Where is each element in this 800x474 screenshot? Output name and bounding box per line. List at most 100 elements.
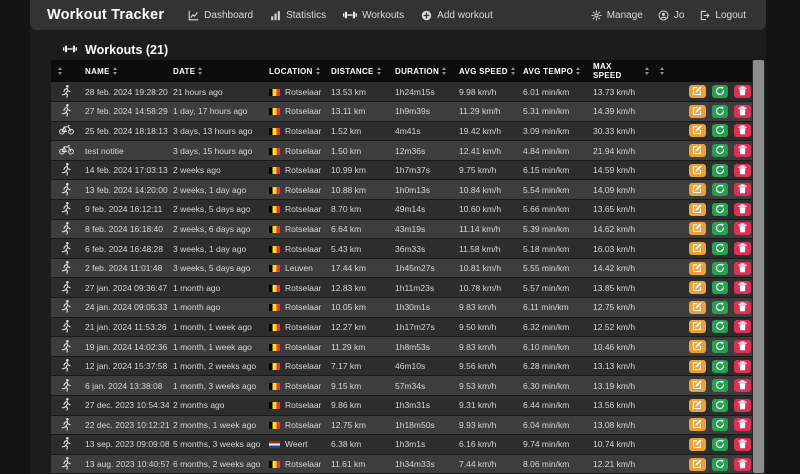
refresh-button[interactable] (712, 340, 729, 353)
delete-button[interactable] (734, 85, 751, 98)
edit-button[interactable] (689, 144, 706, 157)
edit-button[interactable] (689, 164, 706, 177)
refresh-button[interactable] (712, 281, 729, 294)
delete-button[interactable] (734, 379, 751, 392)
delete-button[interactable] (734, 222, 751, 235)
runner-icon (60, 325, 72, 335)
delete-button[interactable] (734, 301, 751, 314)
refresh-button[interactable] (712, 203, 729, 216)
cell-name: 6 jan. 2024 13:38:08 (81, 376, 169, 396)
delete-button[interactable] (734, 360, 751, 373)
delete-button[interactable] (734, 418, 751, 431)
edit-button[interactable] (689, 124, 706, 137)
edit-button[interactable] (689, 379, 706, 392)
edit-button[interactable] (689, 301, 706, 314)
column-header-duration[interactable]: DURATION (391, 60, 455, 82)
column-label: DISTANCE (331, 67, 374, 76)
refresh-icon (715, 280, 725, 295)
edit-button[interactable] (689, 360, 706, 373)
refresh-button[interactable] (712, 262, 729, 275)
refresh-button[interactable] (712, 458, 729, 471)
column-header-date[interactable]: DATE (169, 60, 265, 82)
nav-item-add-workout[interactable]: Add workout (421, 10, 493, 21)
delete-button[interactable] (734, 144, 751, 157)
column-header-location[interactable]: LOCATION (265, 60, 327, 82)
refresh-button[interactable] (712, 124, 729, 137)
refresh-button[interactable] (712, 360, 729, 373)
delete-button[interactable] (734, 105, 751, 118)
column-header-distance[interactable]: DISTANCE (327, 60, 391, 82)
delete-button[interactable] (734, 203, 751, 216)
refresh-button[interactable] (712, 105, 729, 118)
column-header-avg-tempo[interactable]: AVG TEMPO (519, 60, 589, 82)
nav-item-workouts[interactable]: Workouts (343, 10, 404, 21)
edit-button[interactable] (689, 340, 706, 353)
refresh-button[interactable] (712, 301, 729, 314)
runner-icon (60, 247, 72, 257)
edit-button[interactable] (689, 281, 706, 294)
cell-spacer (653, 356, 677, 376)
refresh-button[interactable] (712, 144, 729, 157)
refresh-button[interactable] (712, 85, 729, 98)
edit-button[interactable] (689, 399, 706, 412)
nav-item-jo[interactable]: Jo (658, 10, 685, 21)
cell-actions (677, 396, 755, 416)
nav-item-logout[interactable]: Logout (699, 10, 746, 21)
cell-spacer (653, 102, 677, 122)
scrollbar[interactable] (752, 60, 765, 474)
column-header-type[interactable] (51, 60, 81, 82)
nav-item-dashboard[interactable]: Dashboard (188, 10, 253, 21)
edit-button[interactable] (689, 320, 706, 333)
column-header-avg-speed[interactable]: AVG SPEED (455, 60, 519, 82)
cell-actions (677, 219, 755, 239)
delete-button[interactable] (734, 124, 751, 137)
refresh-button[interactable] (712, 418, 729, 431)
refresh-button[interactable] (712, 183, 729, 196)
cell-spacer (653, 141, 677, 161)
edit-icon (692, 182, 702, 197)
sort-icon (660, 67, 664, 75)
delete-button[interactable] (734, 242, 751, 255)
refresh-button[interactable] (712, 164, 729, 177)
edit-button[interactable] (689, 438, 706, 451)
column-header-extra[interactable] (653, 60, 677, 82)
edit-button[interactable] (689, 203, 706, 216)
refresh-button[interactable] (712, 222, 729, 235)
cell-avg-tempo: 6.32 min/km (519, 317, 589, 337)
delete-button[interactable] (734, 340, 751, 353)
delete-button[interactable] (734, 183, 751, 196)
delete-button[interactable] (734, 262, 751, 275)
delete-button[interactable] (734, 399, 751, 412)
trash-icon (738, 84, 747, 99)
refresh-button[interactable] (712, 438, 729, 451)
cell-spacer (653, 278, 677, 298)
refresh-button[interactable] (712, 242, 729, 255)
edit-button[interactable] (689, 458, 706, 471)
add-circle-icon (421, 10, 432, 21)
column-header-actions (677, 60, 755, 82)
refresh-button[interactable] (712, 320, 729, 333)
column-header-max-speed[interactable]: MAX SPEED (589, 60, 653, 82)
delete-button[interactable] (734, 164, 751, 177)
edit-icon (692, 261, 702, 276)
cell-actions (677, 82, 755, 102)
edit-button[interactable] (689, 85, 706, 98)
refresh-button[interactable] (712, 379, 729, 392)
delete-button[interactable] (734, 281, 751, 294)
scrollbar-thumb[interactable] (753, 60, 764, 473)
edit-icon (692, 457, 702, 472)
edit-button[interactable] (689, 242, 706, 255)
edit-button[interactable] (689, 222, 706, 235)
edit-button[interactable] (689, 183, 706, 196)
edit-button[interactable] (689, 105, 706, 118)
delete-button[interactable] (734, 320, 751, 333)
edit-button[interactable] (689, 418, 706, 431)
delete-button[interactable] (734, 438, 751, 451)
edit-button[interactable] (689, 262, 706, 275)
flag-icon-be (269, 304, 280, 311)
nav-item-manage[interactable]: Manage (591, 10, 643, 21)
refresh-button[interactable] (712, 399, 729, 412)
column-header-name[interactable]: NAME (81, 60, 169, 82)
delete-button[interactable] (734, 458, 751, 471)
nav-item-statistics[interactable]: Statistics (270, 10, 326, 21)
